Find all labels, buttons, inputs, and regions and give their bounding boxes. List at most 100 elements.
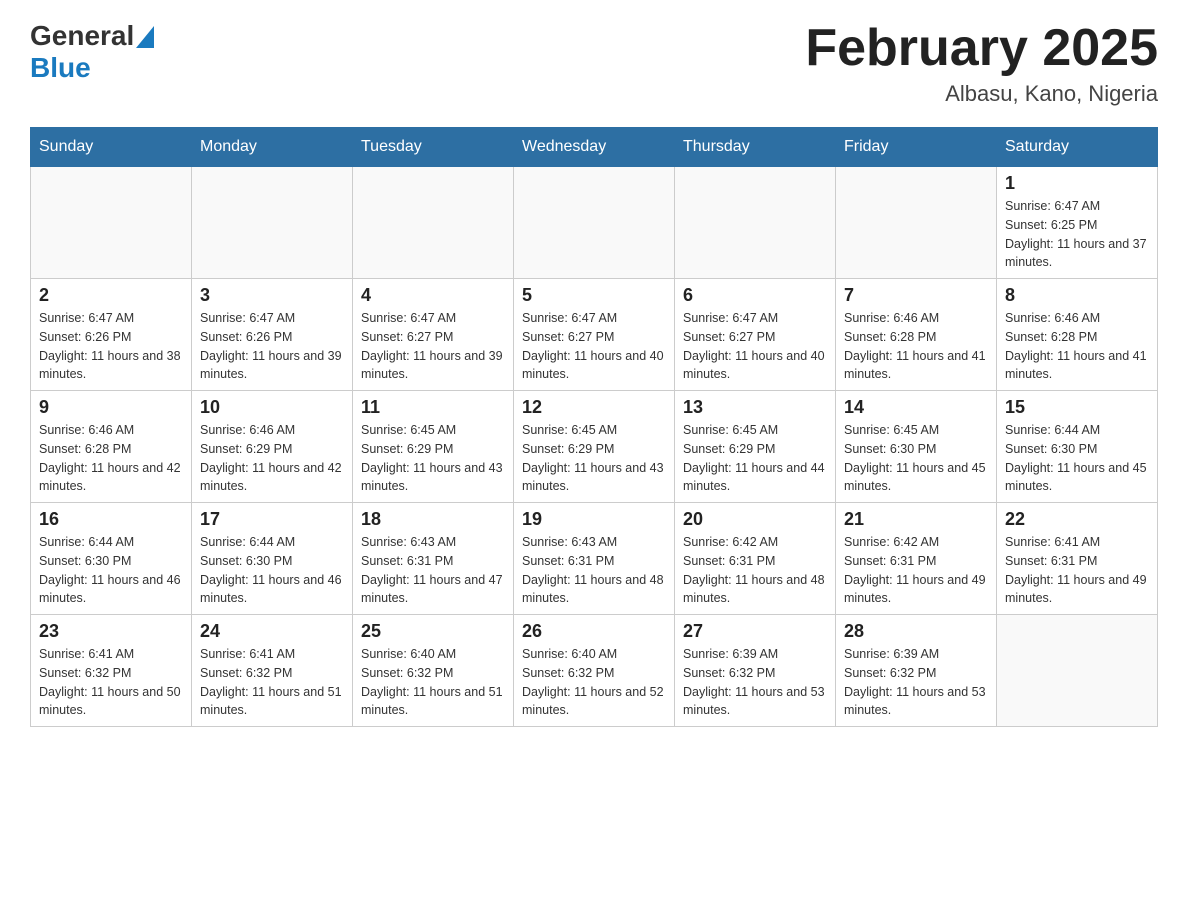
table-row: 2 Sunrise: 6:47 AMSunset: 6:26 PMDaylight… (31, 279, 192, 391)
table-row (192, 167, 353, 279)
month-title: February 2025 (805, 20, 1158, 77)
logo-general-text: General (30, 20, 134, 52)
day-number: 5 (522, 285, 666, 306)
day-number: 3 (200, 285, 344, 306)
table-row: 3Sunrise: 6:47 AMSunset: 6:26 PMDaylight… (192, 279, 353, 391)
calendar-week-row: 1 Sunrise: 6:47 AMSunset: 6:25 PMDaylight… (31, 167, 1158, 279)
day-number: 1 (1005, 173, 1149, 194)
day-info: Sunrise: 6:42 AMSunset: 6:31 PMDaylight:… (683, 533, 827, 608)
table-row: 22 Sunrise: 6:41 AMSunset: 6:31 PMDayligh… (997, 503, 1158, 615)
table-row: 9 Sunrise: 6:46 AMSunset: 6:28 PMDaylight… (31, 391, 192, 503)
logo: General Blue (30, 20, 154, 84)
day-info: Sunrise: 6:39 AMSunset: 6:32 PMDaylight:… (844, 645, 988, 720)
day-info: Sunrise: 6:39 AMSunset: 6:32 PMDaylight:… (683, 645, 827, 720)
logo-blue-text: Blue (30, 52, 91, 84)
day-number: 8 (1005, 285, 1149, 306)
day-info: Sunrise: 6:45 AMSunset: 6:30 PMDaylight:… (844, 421, 988, 496)
day-number: 20 (683, 509, 827, 530)
table-row: 8Sunrise: 6:46 AMSunset: 6:28 PMDaylight… (997, 279, 1158, 391)
table-row: 19Sunrise: 6:43 AMSunset: 6:31 PMDayligh… (514, 503, 675, 615)
logo-triangle-icon (136, 26, 154, 48)
table-row: 11 Sunrise: 6:45 AMSunset: 6:29 PMDayligh… (353, 391, 514, 503)
table-row: 26 Sunrise: 6:40 AMSunset: 6:32 PMDayligh… (514, 615, 675, 727)
calendar-week-row: 9 Sunrise: 6:46 AMSunset: 6:28 PMDaylight… (31, 391, 1158, 503)
calendar-week-row: 23 Sunrise: 6:41 AMSunset: 6:32 PMDayligh… (31, 615, 1158, 727)
table-row (353, 167, 514, 279)
col-sunday: Sunday (31, 128, 192, 167)
table-row: 28 Sunrise: 6:39 AMSunset: 6:32 PMDayligh… (836, 615, 997, 727)
day-number: 23 (39, 621, 183, 642)
day-info: Sunrise: 6:46 AMSunset: 6:28 PMDaylight:… (844, 309, 988, 384)
day-number: 12 (522, 397, 666, 418)
table-row: 27Sunrise: 6:39 AMSunset: 6:32 PMDayligh… (675, 615, 836, 727)
title-area: February 2025 Albasu, Kano, Nigeria (805, 20, 1158, 107)
day-info: Sunrise: 6:44 AMSunset: 6:30 PMDaylight:… (39, 533, 183, 608)
day-number: 21 (844, 509, 988, 530)
day-info: Sunrise: 6:47 AMSunset: 6:26 PMDaylight:… (39, 309, 183, 384)
table-row: 7 Sunrise: 6:46 AMSunset: 6:28 PMDaylight… (836, 279, 997, 391)
day-info: Sunrise: 6:46 AMSunset: 6:28 PMDaylight:… (39, 421, 183, 496)
table-row: 12 Sunrise: 6:45 AMSunset: 6:29 PMDayligh… (514, 391, 675, 503)
day-number: 10 (200, 397, 344, 418)
day-number: 2 (39, 285, 183, 306)
table-row (675, 167, 836, 279)
day-number: 26 (522, 621, 666, 642)
table-row: 24 Sunrise: 6:41 AMSunset: 6:32 PMDayligh… (192, 615, 353, 727)
day-info: Sunrise: 6:41 AMSunset: 6:32 PMDaylight:… (39, 645, 183, 720)
day-info: Sunrise: 6:44 AMSunset: 6:30 PMDaylight:… (200, 533, 344, 608)
table-row: 18 Sunrise: 6:43 AMSunset: 6:31 PMDayligh… (353, 503, 514, 615)
day-number: 19 (522, 509, 666, 530)
day-number: 11 (361, 397, 505, 418)
day-info: Sunrise: 6:47 AMSunset: 6:25 PMDaylight:… (1005, 197, 1149, 272)
table-row: 14 Sunrise: 6:45 AMSunset: 6:30 PMDayligh… (836, 391, 997, 503)
table-row (514, 167, 675, 279)
day-info: Sunrise: 6:46 AMSunset: 6:29 PMDaylight:… (200, 421, 344, 496)
day-info: Sunrise: 6:42 AMSunset: 6:31 PMDaylight:… (844, 533, 988, 608)
day-info: Sunrise: 6:40 AMSunset: 6:32 PMDaylight:… (361, 645, 505, 720)
table-row: 23 Sunrise: 6:41 AMSunset: 6:32 PMDayligh… (31, 615, 192, 727)
table-row (836, 167, 997, 279)
day-number: 6 (683, 285, 827, 306)
calendar-week-row: 16 Sunrise: 6:44 AMSunset: 6:30 PMDayligh… (31, 503, 1158, 615)
table-row (997, 615, 1158, 727)
day-info: Sunrise: 6:43 AMSunset: 6:31 PMDaylight:… (361, 533, 505, 608)
day-number: 13 (683, 397, 827, 418)
col-tuesday: Tuesday (353, 128, 514, 167)
day-number: 9 (39, 397, 183, 418)
table-row: 21 Sunrise: 6:42 AMSunset: 6:31 PMDayligh… (836, 503, 997, 615)
day-info: Sunrise: 6:45 AMSunset: 6:29 PMDaylight:… (683, 421, 827, 496)
day-number: 4 (361, 285, 505, 306)
location-title: Albasu, Kano, Nigeria (805, 81, 1158, 107)
day-number: 28 (844, 621, 988, 642)
day-number: 7 (844, 285, 988, 306)
table-row: 6 Sunrise: 6:47 AMSunset: 6:27 PMDaylight… (675, 279, 836, 391)
table-row: 20 Sunrise: 6:42 AMSunset: 6:31 PMDayligh… (675, 503, 836, 615)
day-info: Sunrise: 6:47 AMSunset: 6:27 PMDaylight:… (522, 309, 666, 384)
table-row: 25Sunrise: 6:40 AMSunset: 6:32 PMDayligh… (353, 615, 514, 727)
day-number: 22 (1005, 509, 1149, 530)
table-row: 15Sunrise: 6:44 AMSunset: 6:30 PMDayligh… (997, 391, 1158, 503)
table-row: 4Sunrise: 6:47 AMSunset: 6:27 PMDaylight… (353, 279, 514, 391)
day-number: 18 (361, 509, 505, 530)
day-number: 15 (1005, 397, 1149, 418)
day-number: 16 (39, 509, 183, 530)
col-thursday: Thursday (675, 128, 836, 167)
table-row: 1 Sunrise: 6:47 AMSunset: 6:25 PMDaylight… (997, 167, 1158, 279)
day-number: 17 (200, 509, 344, 530)
col-saturday: Saturday (997, 128, 1158, 167)
calendar-header-row: Sunday Monday Tuesday Wednesday Thursday… (31, 128, 1158, 167)
day-number: 24 (200, 621, 344, 642)
day-info: Sunrise: 6:45 AMSunset: 6:29 PMDaylight:… (361, 421, 505, 496)
col-monday: Monday (192, 128, 353, 167)
day-info: Sunrise: 6:45 AMSunset: 6:29 PMDaylight:… (522, 421, 666, 496)
table-row: 5 Sunrise: 6:47 AMSunset: 6:27 PMDaylight… (514, 279, 675, 391)
day-info: Sunrise: 6:41 AMSunset: 6:32 PMDaylight:… (200, 645, 344, 720)
col-friday: Friday (836, 128, 997, 167)
day-info: Sunrise: 6:41 AMSunset: 6:31 PMDaylight:… (1005, 533, 1149, 608)
calendar-week-row: 2 Sunrise: 6:47 AMSunset: 6:26 PMDaylight… (31, 279, 1158, 391)
col-wednesday: Wednesday (514, 128, 675, 167)
table-row: 13 Sunrise: 6:45 AMSunset: 6:29 PMDayligh… (675, 391, 836, 503)
day-info: Sunrise: 6:40 AMSunset: 6:32 PMDaylight:… (522, 645, 666, 720)
day-info: Sunrise: 6:47 AMSunset: 6:27 PMDaylight:… (683, 309, 827, 384)
day-number: 14 (844, 397, 988, 418)
